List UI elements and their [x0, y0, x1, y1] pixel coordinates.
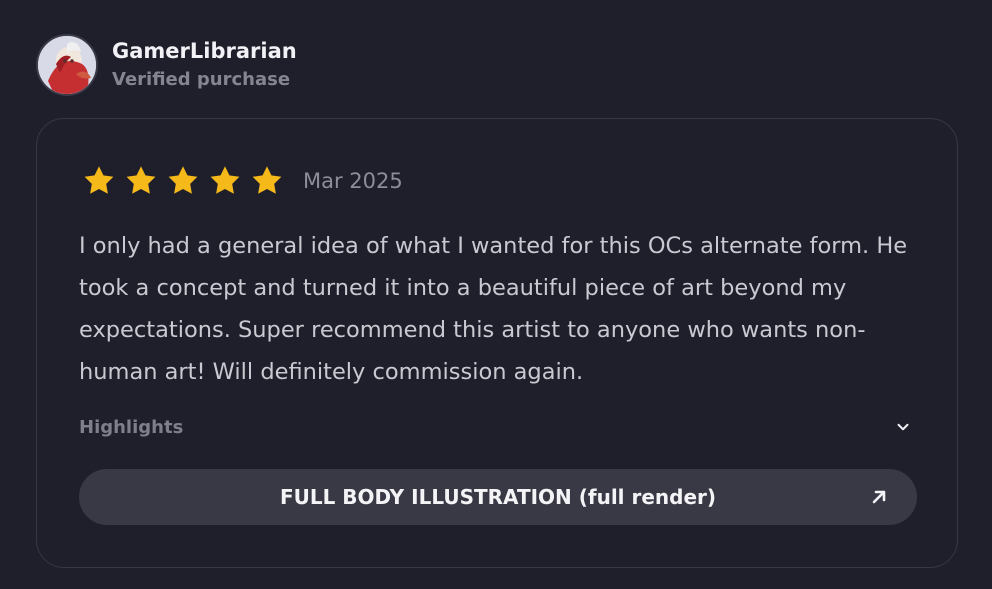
rating-row: Mar 2025: [81, 163, 403, 199]
star-icon: [168, 166, 198, 194]
product-link-button[interactable]: FULL BODY ILLUSTRATION (full render): [79, 469, 917, 525]
product-label: FULL BODY ILLUSTRATION (full render): [279, 485, 717, 509]
star-icon: [210, 166, 240, 194]
external-link-arrow-icon: [872, 490, 886, 504]
star-rating: [81, 163, 291, 199]
reviewer-meta: GamerLibrarian Verified purchase: [112, 37, 297, 93]
star-icon: [84, 166, 114, 194]
review-card: Mar 2025 I only had a general idea of wh…: [36, 118, 958, 568]
reviewer-name[interactable]: GamerLibrarian: [112, 37, 297, 65]
chevron-down-icon[interactable]: [891, 415, 915, 439]
review-body: I only had a general idea of what I want…: [79, 233, 908, 385]
review-date: Mar 2025: [303, 169, 403, 193]
reviewer-header: GamerLibrarian Verified purchase: [36, 34, 297, 96]
highlights-row[interactable]: Highlights: [79, 411, 915, 443]
avatar-illustration-icon: [38, 36, 96, 94]
star-icon: [126, 166, 156, 194]
avatar[interactable]: [36, 34, 98, 96]
star-icon: [252, 166, 282, 194]
highlights-label: Highlights: [79, 416, 184, 438]
verified-purchase-label: Verified purchase: [112, 69, 291, 90]
